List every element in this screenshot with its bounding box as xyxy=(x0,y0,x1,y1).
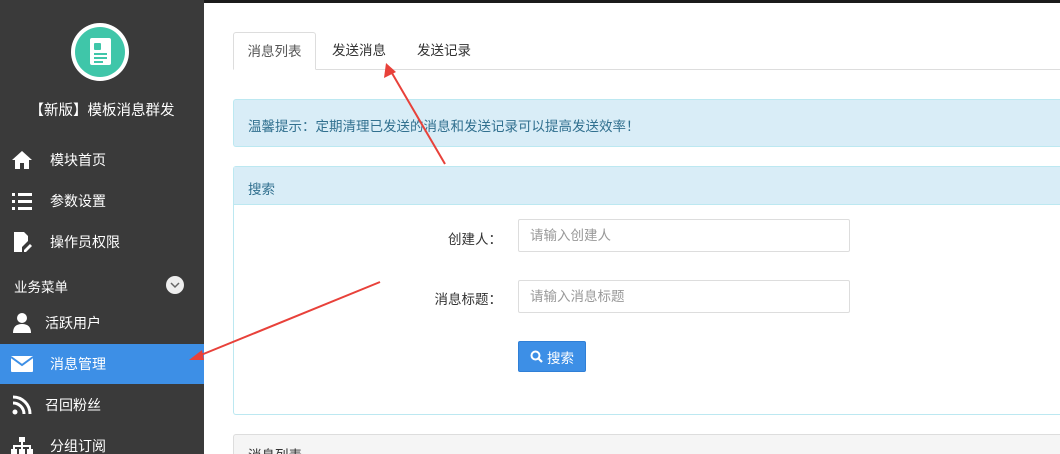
sidebar-item-recall-fans[interactable]: 召回粉丝 xyxy=(0,385,204,425)
section-label: 业务菜单 xyxy=(14,280,68,296)
tab-send-records[interactable]: 发送记录 xyxy=(408,32,480,70)
alert-text: 温馨提示：定期清理已发送的消息和发送记录可以提高发送效率！ xyxy=(248,119,640,135)
sidebar-item-home[interactable]: 模块首页 xyxy=(0,140,204,180)
creator-label: 创建人： xyxy=(448,232,502,248)
creator-input[interactable] xyxy=(518,219,850,252)
user-icon xyxy=(10,311,34,335)
search-button-label: 搜索 xyxy=(547,350,574,366)
chevron-down-icon[interactable] xyxy=(166,276,184,294)
search-icon xyxy=(530,350,543,363)
sidebar-item-label: 分组订阅 xyxy=(50,439,106,454)
panel-title: 搜索 xyxy=(248,182,275,198)
sidebar-item-label: 召回粉丝 xyxy=(45,398,101,414)
sidebar-item-label: 模块首页 xyxy=(50,153,106,169)
business-menu-header[interactable]: 业务菜单 xyxy=(0,272,204,298)
sitemap-icon xyxy=(10,434,34,454)
rss-icon xyxy=(10,393,34,417)
logo-document-icon xyxy=(75,27,125,77)
sidebar-item-label: 消息管理 xyxy=(50,357,106,373)
list-icon xyxy=(10,189,34,213)
document-edit-icon xyxy=(10,230,34,254)
sidebar-item-group-subscription[interactable]: 分组订阅 xyxy=(0,426,204,454)
sidebar: 【新版】模板消息群发 模块首页 参数设置 操作员权限 业务菜单 活跃用户 消息管… xyxy=(0,0,204,454)
sidebar-item-label: 活跃用户 xyxy=(45,316,101,332)
panel-title: 消息列表 xyxy=(248,444,302,454)
sidebar-item-permissions[interactable]: 操作员权限 xyxy=(0,222,204,262)
tab-send-message[interactable]: 发送消息 xyxy=(323,32,395,70)
message-title-input[interactable] xyxy=(518,280,850,313)
info-alert: 温馨提示：定期清理已发送的消息和发送记录可以提高发送效率！ xyxy=(233,99,1060,147)
tab-bar: 消息列表 发送消息 发送记录 xyxy=(233,32,1060,70)
search-button[interactable]: 搜索 xyxy=(518,341,586,372)
message-list-panel: 消息列表 xyxy=(233,434,1060,454)
message-title-label: 消息标题： xyxy=(434,292,503,308)
tab-message-list[interactable]: 消息列表 xyxy=(233,32,316,70)
sidebar-item-settings[interactable]: 参数设置 xyxy=(0,181,204,221)
app-logo xyxy=(71,23,129,81)
sidebar-item-label: 操作员权限 xyxy=(50,235,120,251)
home-icon xyxy=(10,148,34,172)
sidebar-item-label: 参数设置 xyxy=(50,194,106,210)
app-title: 【新版】模板消息群发 xyxy=(29,103,175,119)
search-panel-header: 搜索 xyxy=(234,167,1060,205)
sidebar-item-message-management[interactable]: 消息管理 xyxy=(0,344,204,384)
envelope-icon xyxy=(10,352,34,376)
sidebar-item-active-users[interactable]: 活跃用户 xyxy=(0,303,204,343)
